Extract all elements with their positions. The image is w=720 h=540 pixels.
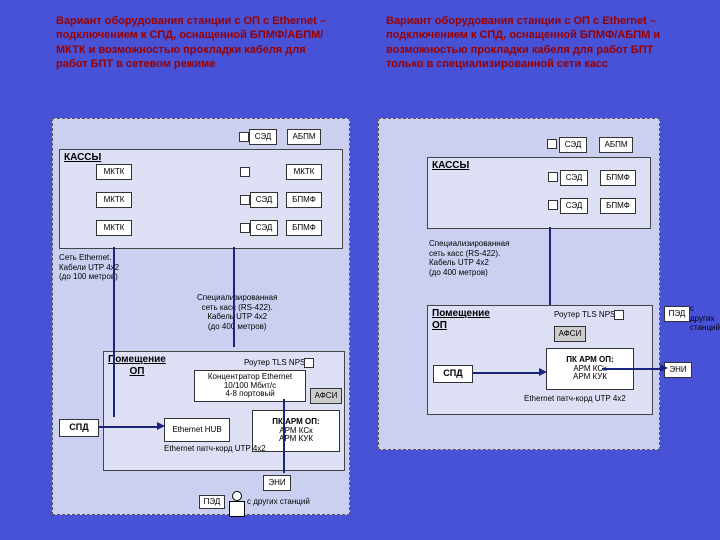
- spd: СПД: [59, 419, 99, 437]
- hub: Ethernet HUB: [164, 418, 230, 442]
- r-v1: [549, 227, 551, 305]
- r-patch: Ethernet патч-корд UTP 4x2: [524, 394, 626, 404]
- v3: [283, 399, 285, 473]
- bpmf2: БПМФ: [286, 192, 322, 208]
- r-router: Роутер TLS NPS: [554, 310, 615, 320]
- r-sed-top: СЭД: [559, 137, 587, 153]
- abpm-box: АБПМ: [287, 129, 321, 145]
- mktk2: МКТК: [96, 192, 132, 208]
- r-sq-top: [547, 139, 557, 149]
- router-sq: [304, 358, 314, 368]
- konc: Концентратор Ethernet 10/100 Мбит/с 4-8 …: [194, 370, 306, 402]
- left-frame: СЭД АБПМ КАССЫ МКТК МКТК МКТК МКТК СЭД Б…: [52, 118, 350, 515]
- ext-eni-ah: [660, 364, 668, 372]
- op-room-group: Помещение ОП Роутер TLS NPS Концентратор…: [103, 351, 345, 471]
- r-spd: СПД: [433, 365, 473, 383]
- mktk1: МКТК: [96, 164, 132, 180]
- patch-label: Ethernet патч-корд UTP 4x2: [164, 444, 266, 454]
- sq3: [240, 223, 250, 233]
- r-sq1: [548, 172, 558, 182]
- r-bpmf2: БПМФ: [600, 198, 636, 214]
- mktk3: МКТК: [96, 220, 132, 236]
- v2: [233, 247, 235, 347]
- ext-eni-arrow: [602, 368, 662, 370]
- ext-ped: ПЭД: [664, 306, 690, 322]
- sed2: СЭД: [250, 192, 278, 208]
- eth-cable-label: Сеть Ethernet. Кабели UTP 4x2 (до 100 ме…: [59, 253, 119, 282]
- title-right: Вариант оборудования станции с ОП с Ethe…: [386, 14, 686, 71]
- spd-arrow-head: [157, 422, 165, 430]
- r-sed2: СЭД: [560, 198, 588, 214]
- ext-eni: ЭНИ: [664, 362, 692, 378]
- r-kassy-label: КАССЫ: [432, 160, 469, 172]
- r-kassy: КАССЫ СЭД БПМФ СЭД БПМФ: [427, 157, 651, 229]
- router-label: Роутер TLS NPS: [244, 358, 305, 368]
- kassy-label: КАССЫ: [64, 152, 101, 164]
- sq2: [240, 195, 250, 205]
- conn-sq: [239, 132, 249, 142]
- spd-arrow: [99, 426, 159, 428]
- afsi: АФСИ: [310, 388, 342, 404]
- sed-box: СЭД: [249, 129, 277, 145]
- r-abpm-top: АБПМ: [599, 137, 633, 153]
- ext-ped-label: с других станций: [690, 304, 718, 333]
- mktk-r: МКТК: [286, 164, 322, 180]
- r-bpmf1: БПМФ: [600, 170, 636, 186]
- r-spd-ah: [539, 368, 547, 376]
- r-spec-net: Специализированная сеть касс (RS-422). К…: [429, 239, 509, 277]
- r-op-room-label: Помещение ОП: [432, 308, 490, 332]
- eni: ЭНИ: [263, 475, 291, 491]
- ped-other: с других станций: [247, 497, 310, 507]
- v1: [113, 247, 115, 417]
- spec-net-label: Специализированная сеть касс (RS-422). К…: [197, 293, 277, 331]
- r-op-room: Помещение ОП Роутер TLS NPS АФСИ ПК АРМ …: [427, 305, 653, 415]
- ped: ПЭД: [199, 495, 225, 509]
- kassy-group: КАССЫ МКТК МКТК МКТК МКТК СЭД БПМФ СЭД Б…: [59, 149, 343, 249]
- r-spd-arrow: [473, 372, 541, 374]
- op-room-label: Помещение ОП: [108, 354, 166, 378]
- sq1: [240, 167, 250, 177]
- r-sed1: СЭД: [560, 170, 588, 186]
- bpmf3: БПМФ: [286, 220, 322, 236]
- ped-person: [229, 491, 245, 515]
- right-frame: СЭД АБПМ КАССЫ СЭД БПМФ СЭД БПМФ Специал…: [378, 118, 660, 450]
- r-router-sq: [614, 310, 624, 320]
- r-arm-kuk: АРМ КУК: [573, 373, 607, 382]
- r-sq2: [548, 200, 558, 210]
- title-left: Вариант оборудования станции с ОП с Ethe…: [56, 14, 336, 71]
- r-afsi: АФСИ: [554, 326, 586, 342]
- sed3: СЭД: [250, 220, 278, 236]
